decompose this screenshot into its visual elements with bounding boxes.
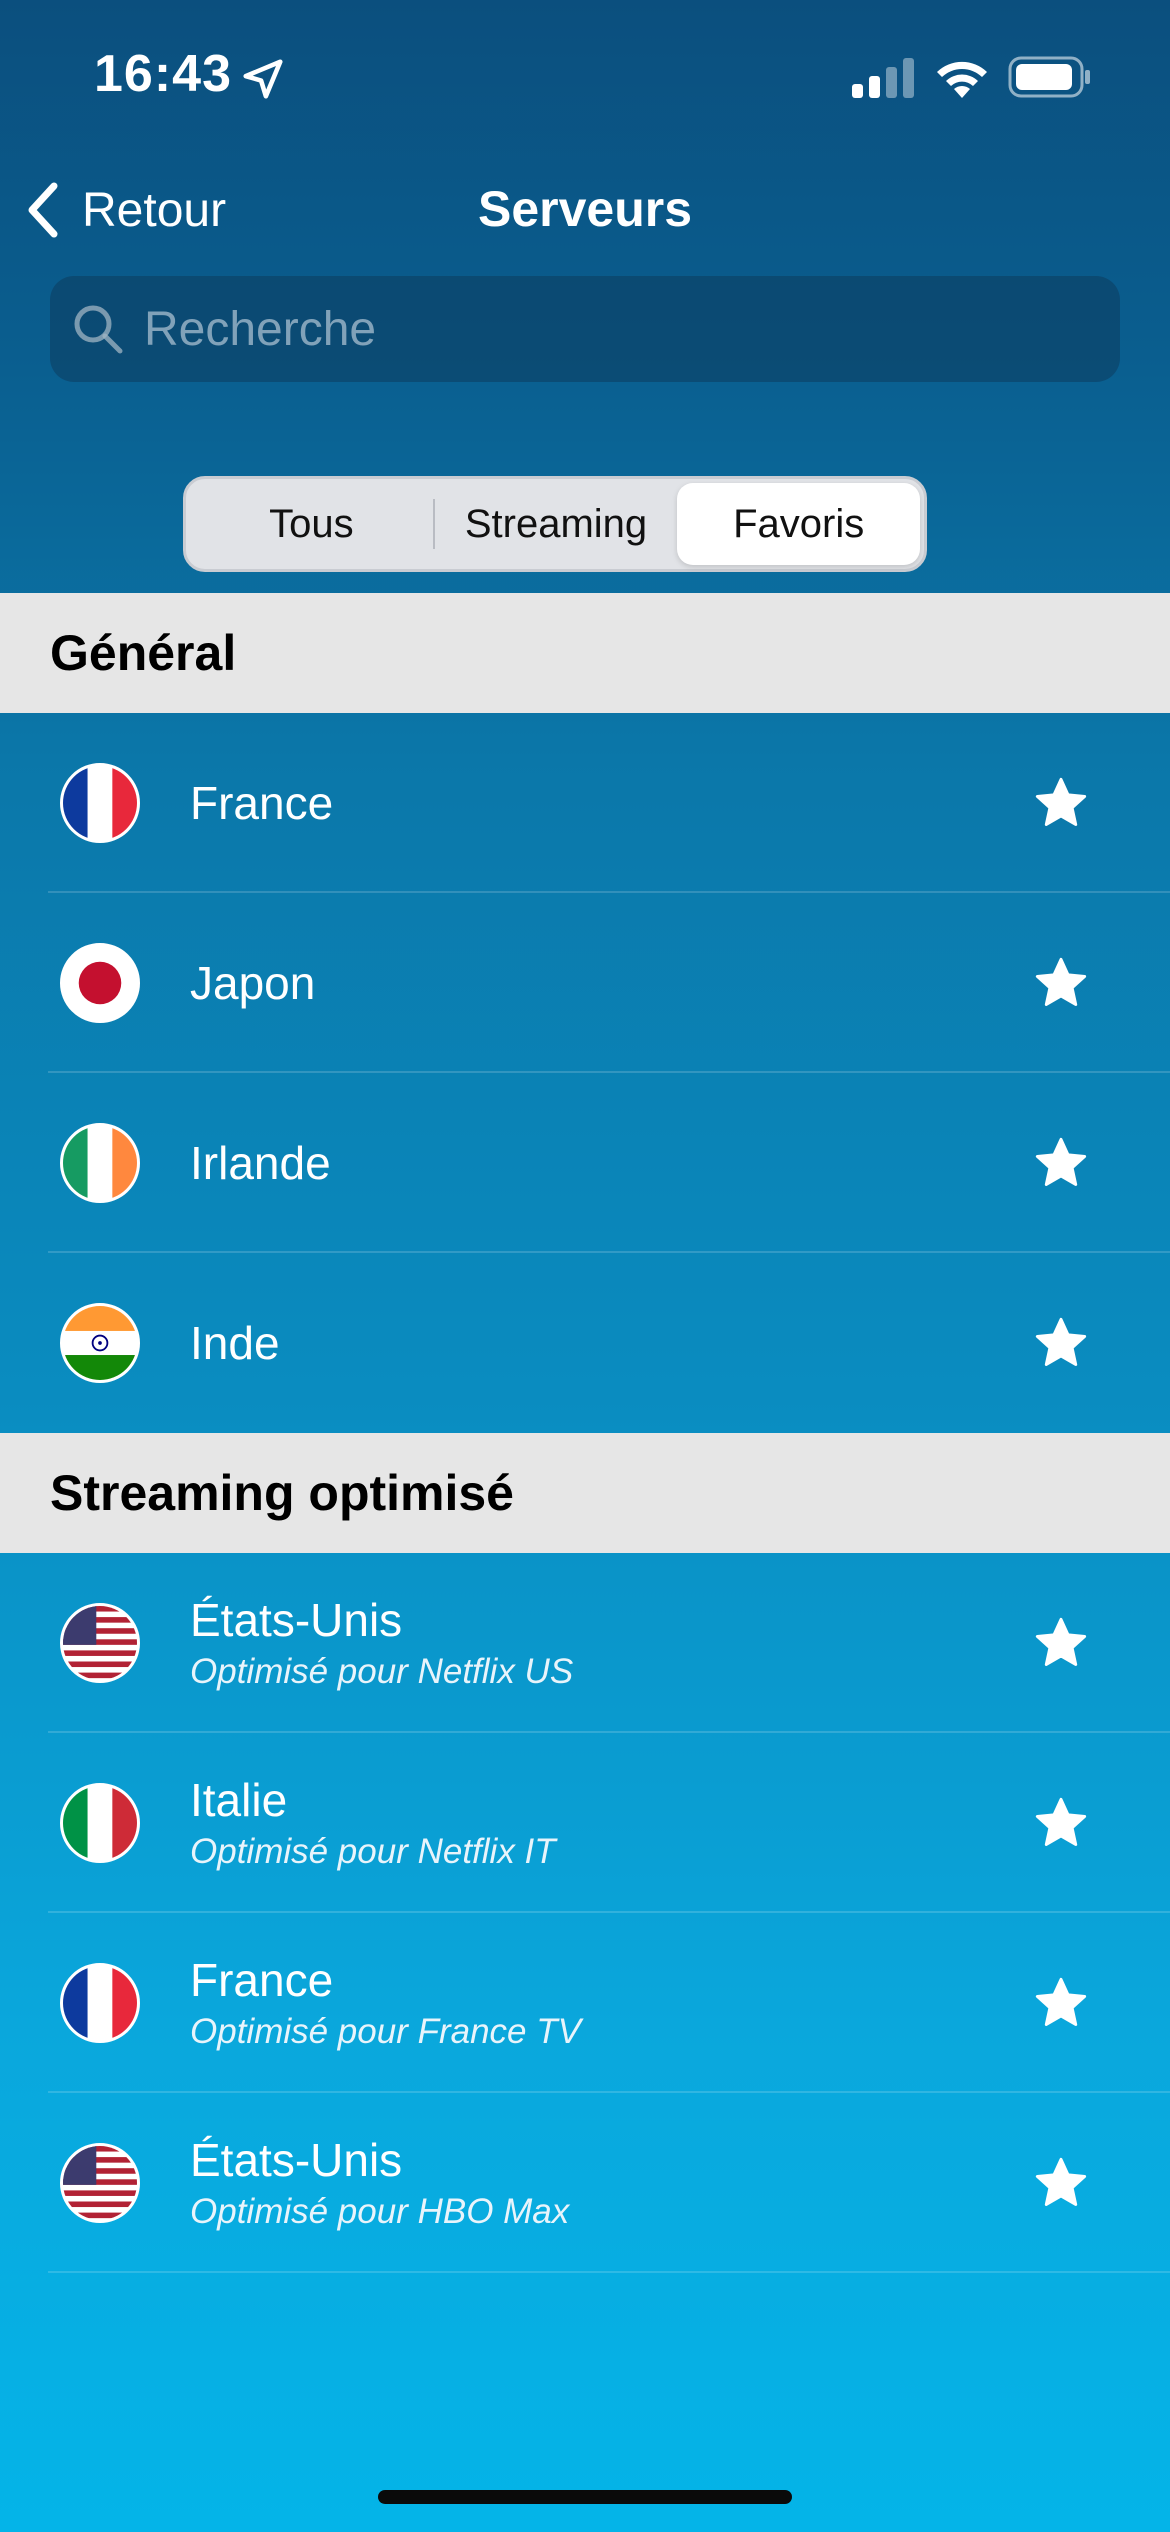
favorite-star-icon[interactable] (1032, 2154, 1090, 2212)
server-subtitle: Optimisé pour HBO Max (190, 2192, 570, 2232)
server-name: France (190, 776, 334, 829)
navigation-bar: Retour Serveurs (0, 170, 1170, 250)
server-row-italie-netflix[interactable]: Italie Optimisé pour Netflix IT (0, 1733, 1170, 1913)
favorite-star-icon[interactable] (1032, 1794, 1090, 1852)
server-subtitle: Optimisé pour France TV (190, 2012, 581, 2052)
server-row-text: États-Unis Optimisé pour Netflix US (190, 1594, 573, 1693)
server-row-text: États-Unis Optimisé pour HBO Max (190, 2134, 569, 2233)
search-input[interactable] (144, 276, 1120, 382)
server-row-text: Irlande (190, 1137, 331, 1190)
location-arrow-icon (243, 59, 283, 99)
section-header-general: Général (0, 593, 1170, 713)
status-bar: 16:43 (0, 0, 1170, 150)
server-row-text: France (190, 777, 333, 830)
server-row-france-tv[interactable]: France Optimisé pour France TV (0, 1913, 1170, 2093)
india-flag-icon (60, 1303, 140, 1383)
server-name: États-Unis (190, 1593, 403, 1646)
ireland-flag-icon (60, 1123, 140, 1203)
segment-streaming[interactable]: Streaming (435, 483, 678, 565)
page-title: Serveurs (477, 181, 693, 237)
server-row-japon[interactable]: Japon (0, 893, 1170, 1073)
server-name: Inde (190, 1316, 280, 1369)
italy-flag-icon (60, 1783, 140, 1863)
wifi-icon (937, 61, 987, 98)
server-row-irlande[interactable]: Irlande (0, 1073, 1170, 1253)
home-indicator[interactable] (378, 2490, 792, 2504)
filter-segmented-control: Tous Streaming Favoris (183, 476, 927, 572)
usa-flag-icon (60, 2143, 140, 2223)
search-icon (74, 305, 123, 354)
segment-favoris[interactable]: Favoris (677, 483, 921, 565)
server-row-usa-hbo[interactable]: États-Unis Optimisé pour HBO Max (0, 2093, 1170, 2273)
status-time: 16:43 (94, 45, 232, 103)
server-row-text: Japon (190, 957, 315, 1010)
france-flag-icon (60, 1963, 140, 2043)
segment-tous[interactable]: Tous (190, 483, 433, 565)
server-row-usa-netflix[interactable]: États-Unis Optimisé pour Netflix US (0, 1553, 1170, 1733)
usa-flag-icon (60, 1603, 140, 1683)
server-row-france[interactable]: France (0, 713, 1170, 893)
server-name: États-Unis (190, 2133, 403, 2186)
cellular-signal-icon (852, 58, 914, 98)
server-name: France (190, 1953, 334, 2006)
server-name: Japon (190, 956, 316, 1009)
japan-flag-icon (60, 943, 140, 1023)
battery-icon (1008, 56, 1090, 98)
favorite-star-icon[interactable] (1032, 1314, 1090, 1372)
search-bar[interactable] (50, 276, 1120, 382)
favorite-star-icon[interactable] (1032, 1614, 1090, 1672)
server-name: Irlande (190, 1136, 331, 1189)
favorite-star-icon[interactable] (1032, 1974, 1090, 2032)
france-flag-icon (60, 763, 140, 843)
favorite-star-icon[interactable] (1032, 774, 1090, 832)
server-subtitle: Optimisé pour Netflix IT (190, 1832, 556, 1872)
row-divider (48, 2271, 1170, 2273)
favorite-star-icon[interactable] (1032, 954, 1090, 1012)
favorite-star-icon[interactable] (1032, 1134, 1090, 1192)
server-name: Italie (190, 1773, 288, 1826)
server-row-text: Italie Optimisé pour Netflix IT (190, 1774, 556, 1873)
server-row-text: France Optimisé pour France TV (190, 1954, 581, 2053)
server-row-text: Inde (190, 1317, 280, 1370)
section-header-streaming: Streaming optimisé (0, 1433, 1170, 1553)
server-subtitle: Optimisé pour Netflix US (190, 1652, 574, 1692)
server-row-inde[interactable]: Inde (0, 1253, 1170, 1433)
